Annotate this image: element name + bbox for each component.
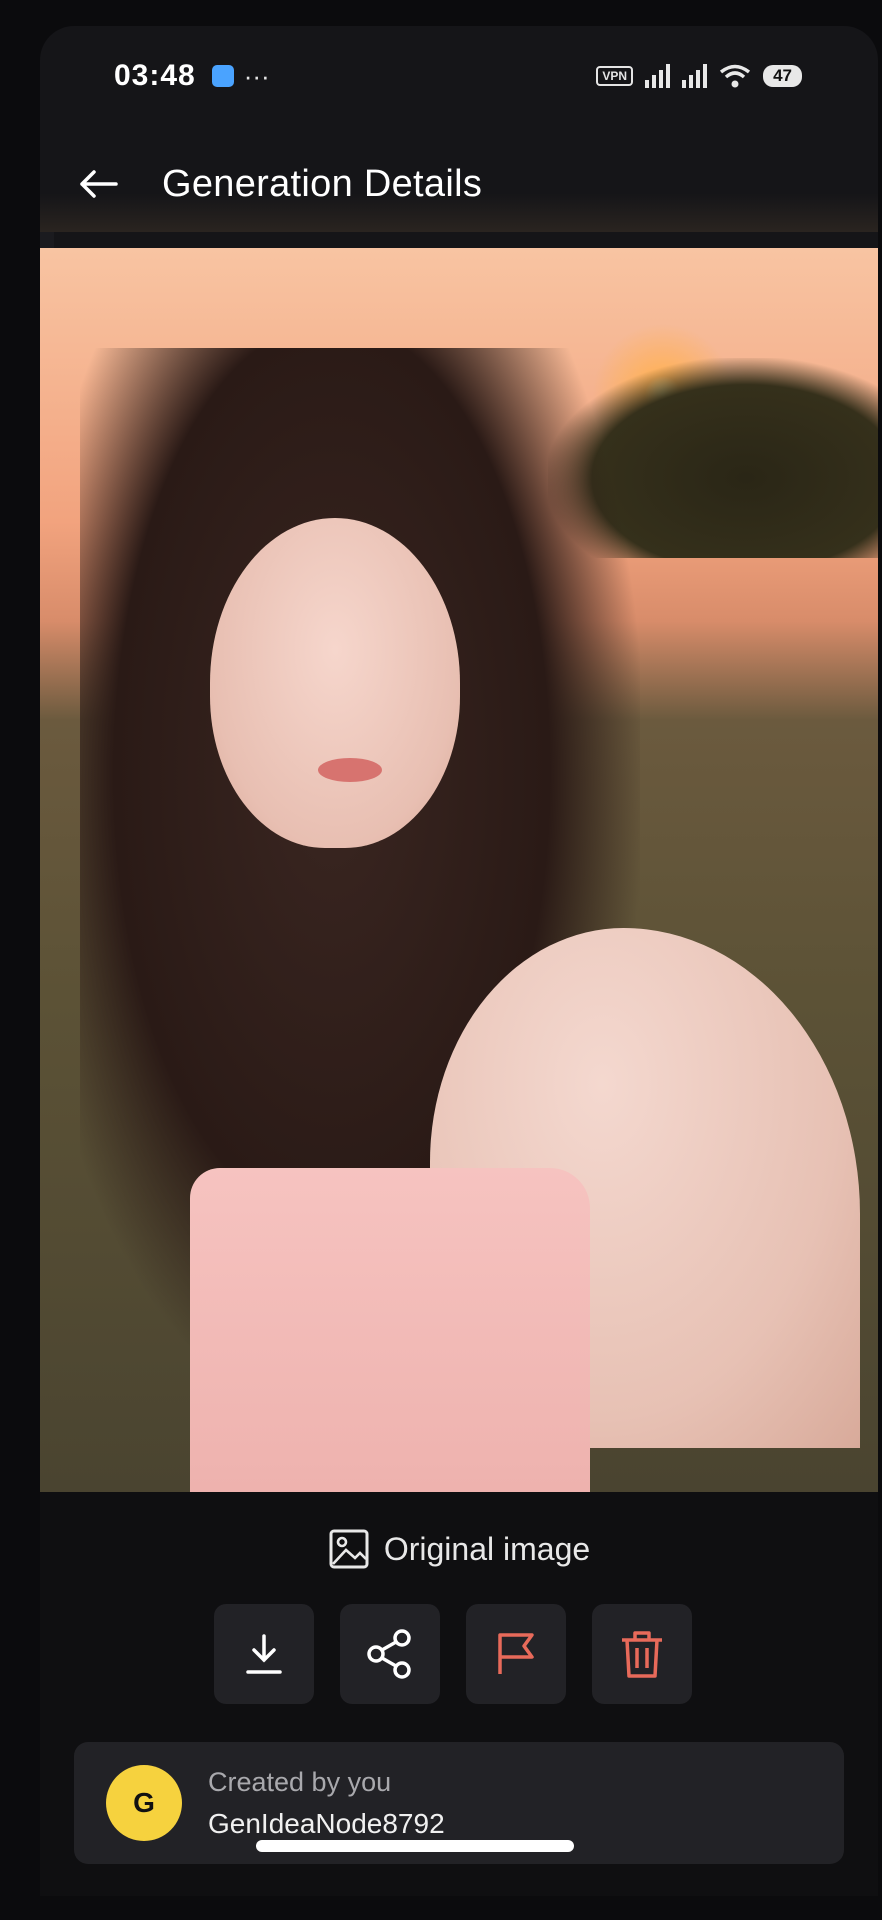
generated-image[interactable] <box>40 248 878 1660</box>
page-title: Generation Details <box>162 162 483 205</box>
wifi-icon <box>719 64 751 88</box>
original-image-label: Original image <box>383 1530 591 1567</box>
back-button[interactable] <box>74 160 122 208</box>
vpn-icon: VPN <box>596 66 634 86</box>
action-buttons <box>214 1604 692 1704</box>
signal-2-icon <box>682 64 708 88</box>
arrow-left-icon <box>80 170 118 198</box>
image-face <box>210 518 460 848</box>
home-indicator[interactable] <box>256 1840 574 1852</box>
status-time: 03:48 <box>114 59 196 92</box>
download-icon <box>246 1634 282 1674</box>
delete-button[interactable] <box>592 1604 692 1704</box>
notification-app-icon <box>211 65 234 87</box>
flag-icon <box>498 1633 534 1674</box>
share-button[interactable] <box>340 1604 440 1704</box>
details-panel: Original image G Created by you GenIdeaN… <box>40 1492 878 1896</box>
created-by-label: Created by you <box>208 1766 392 1797</box>
image-lips <box>318 758 382 782</box>
image-dress <box>190 1168 590 1492</box>
creator-username: GenIdeaNode8792 <box>208 1807 445 1839</box>
battery-icon: 47 <box>763 65 802 87</box>
original-image-button[interactable]: Original image <box>40 1528 878 1570</box>
top-app-bar: Generation Details <box>40 136 878 232</box>
signal-icon <box>645 64 671 88</box>
download-button[interactable] <box>214 1604 314 1704</box>
app-screen: 03:48 ··· VPN 47 Generation Details Add … <box>40 26 878 1896</box>
share-icon <box>367 1629 411 1679</box>
more-notifications-icon: ··· <box>243 60 270 91</box>
status-bar: 03:48 ··· VPN 47 <box>40 26 878 126</box>
report-button[interactable] <box>466 1604 566 1704</box>
avatar: G <box>106 1765 182 1841</box>
image-icon <box>329 1529 369 1569</box>
trash-icon <box>622 1631 662 1678</box>
